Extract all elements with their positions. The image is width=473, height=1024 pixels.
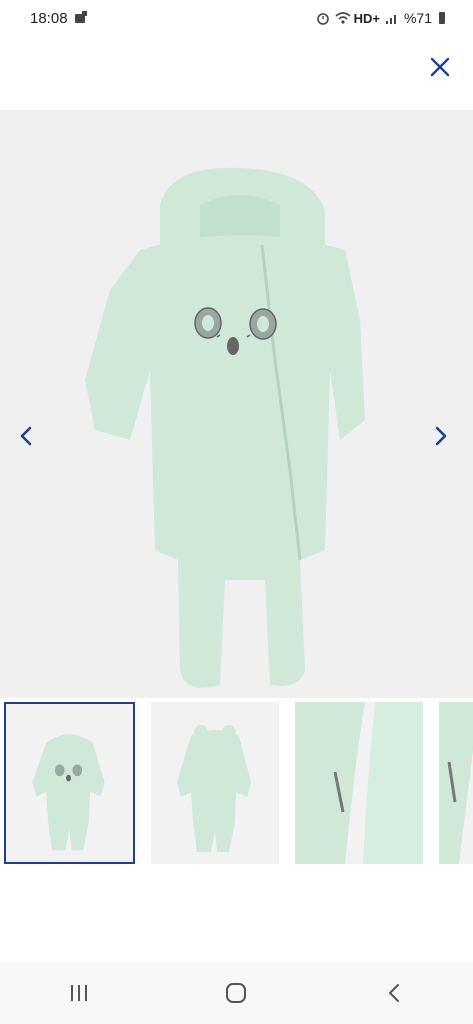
chevron-left-icon xyxy=(20,426,32,446)
system-navigation-bar xyxy=(0,962,473,1024)
back-button[interactable] xyxy=(364,973,424,1013)
previous-image-button[interactable] xyxy=(12,422,40,450)
wifi-icon xyxy=(335,11,351,25)
status-left: 18:08 xyxy=(30,10,88,27)
battery-icon xyxy=(437,11,451,25)
recents-button[interactable] xyxy=(49,973,109,1013)
battery-label: %71 xyxy=(403,10,432,26)
thumbnail-strip[interactable] xyxy=(0,702,473,868)
signal-icon xyxy=(385,11,399,25)
thumbnail-side-detail[interactable] xyxy=(439,702,473,864)
top-bar xyxy=(0,36,473,110)
thumbnail-zipper-detail[interactable] xyxy=(295,702,423,864)
close-icon xyxy=(430,57,450,77)
home-icon xyxy=(226,983,247,1003)
notification-icon xyxy=(74,11,88,25)
status-right: HD+ %71 xyxy=(316,10,451,26)
product-main-image xyxy=(85,167,365,688)
close-button[interactable] xyxy=(427,54,453,80)
next-image-button[interactable] xyxy=(427,422,455,450)
thumbnail-front[interactable] xyxy=(4,702,135,864)
status-bar: 18:08 HD+ %71 xyxy=(0,0,473,36)
home-button[interactable] xyxy=(206,973,266,1013)
chevron-right-icon xyxy=(435,426,447,446)
alarm-icon xyxy=(316,11,330,25)
status-time: 18:08 xyxy=(30,9,68,27)
network-label: HD+ xyxy=(353,10,380,26)
back-icon xyxy=(389,984,400,1002)
thumbnail-back[interactable] xyxy=(151,702,279,864)
product-image-gallery[interactable] xyxy=(0,110,473,698)
recents-icon xyxy=(70,985,87,1001)
